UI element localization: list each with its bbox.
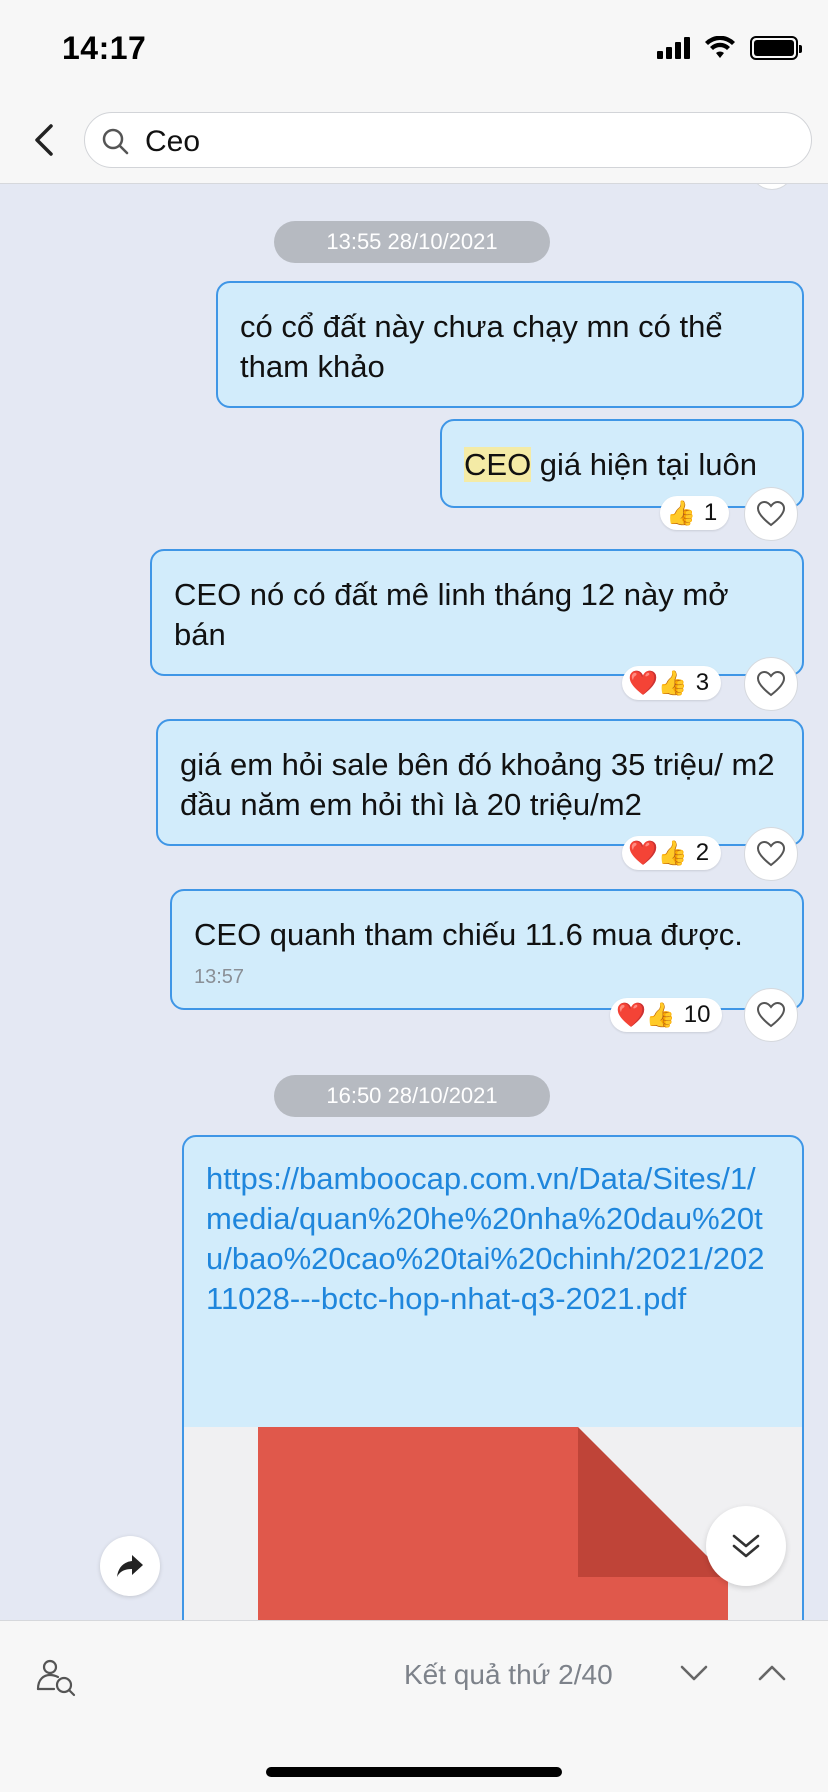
message-bubble[interactable]: có cổ đất này chưa chạy mn có thể tham k… [216,281,804,408]
home-indicator [266,1767,562,1777]
message-time: 13:57 [194,966,245,988]
reaction-emojis: 👍 [666,499,696,527]
reaction-count: 10 [683,1001,711,1028]
search-highlight: CEO [464,447,532,482]
reaction-summary[interactable]: ❤️👍 10 [610,998,723,1032]
reaction-count: 3 [695,669,710,696]
battery-icon [750,36,802,60]
wifi-icon [705,36,735,58]
heart-button[interactable] [744,988,798,1042]
search-icon [102,128,129,155]
chevron-left-icon [35,124,53,156]
status-time: 14:17 [62,30,147,66]
message-text: CEO quanh tham chiếu 11.6 mua được. [194,917,743,952]
message-text: giá em hỏi sale bên đó khoảng 35 triệu/ … [180,747,775,822]
reaction-emojis: ❤️👍 [628,839,688,867]
reaction-summary[interactable]: ❤️👍 3 [622,666,722,700]
reaction-emojis: ❤️👍 [628,669,688,697]
previous-result-button[interactable] [750,1651,794,1695]
reaction-summary[interactable]: ❤️👍 2 [622,836,722,870]
message-bubble[interactable]: CEO nó có đất mê linh tháng 12 này mở bá… [150,549,804,676]
message-text: CEO nó có đất mê linh tháng 12 này mở bá… [174,577,729,652]
user-search-icon[interactable] [36,1657,80,1701]
heart-outline-icon [756,840,786,867]
pdf-file-icon [258,1427,728,1620]
back-button[interactable] [22,118,66,162]
reaction-summary[interactable]: 👍 1 [660,496,730,530]
heart-outline-icon [756,670,786,697]
pdf-preview[interactable] [184,1427,802,1620]
next-result-button[interactable] [672,1651,716,1695]
reaction-count: 2 [695,839,710,866]
chat-area[interactable]: 13:55 28/10/2021 có cổ đất này chưa chạy… [0,184,828,1620]
search-query[interactable]: Ceo [145,125,200,159]
chevron-up-icon [758,1665,786,1681]
status-icons [657,36,802,60]
heart-button[interactable] [744,487,798,541]
date-separator: 13:55 28/10/2021 [274,221,550,263]
chevron-down-icon [680,1665,708,1681]
heart-button[interactable] [744,657,798,711]
heart-outline-icon [756,500,786,527]
scroll-to-bottom-button[interactable] [706,1506,786,1586]
reaction-emojis: ❤️👍 [616,1001,676,1029]
date-separator: 16:50 28/10/2021 [274,1075,550,1117]
top-bar: 14:17 Ceo [0,0,828,184]
message-text: giá hiện tại luôn [531,447,757,482]
reaction-count: 1 [703,499,718,526]
heart-outline-icon [756,1001,786,1028]
message-bubble[interactable]: giá em hỏi sale bên đó khoảng 35 triệu/ … [156,719,804,846]
share-arrow-icon [117,1555,143,1577]
share-button[interactable] [100,1536,160,1596]
message-bubble[interactable]: CEO giá hiện tại luôn [440,419,804,508]
signal-icon [657,37,690,59]
double-chevron-down-icon [732,1534,760,1558]
message-text: có cổ đất này chưa chạy mn có thể tham k… [240,309,723,384]
message-link[interactable]: https://bamboocap.com.vn/Data/Sites/1/me… [184,1137,802,1319]
message-bubble[interactable]: CEO quanh tham chiếu 11.6 mua được. 13:5… [170,889,804,1010]
search-result-counter: Kết quả thứ 2/40 [404,1659,613,1690]
search-results-bar: Kết quả thứ 2/40 [0,1620,828,1792]
search-input[interactable]: Ceo [84,112,812,168]
heart-button[interactable] [744,827,798,881]
